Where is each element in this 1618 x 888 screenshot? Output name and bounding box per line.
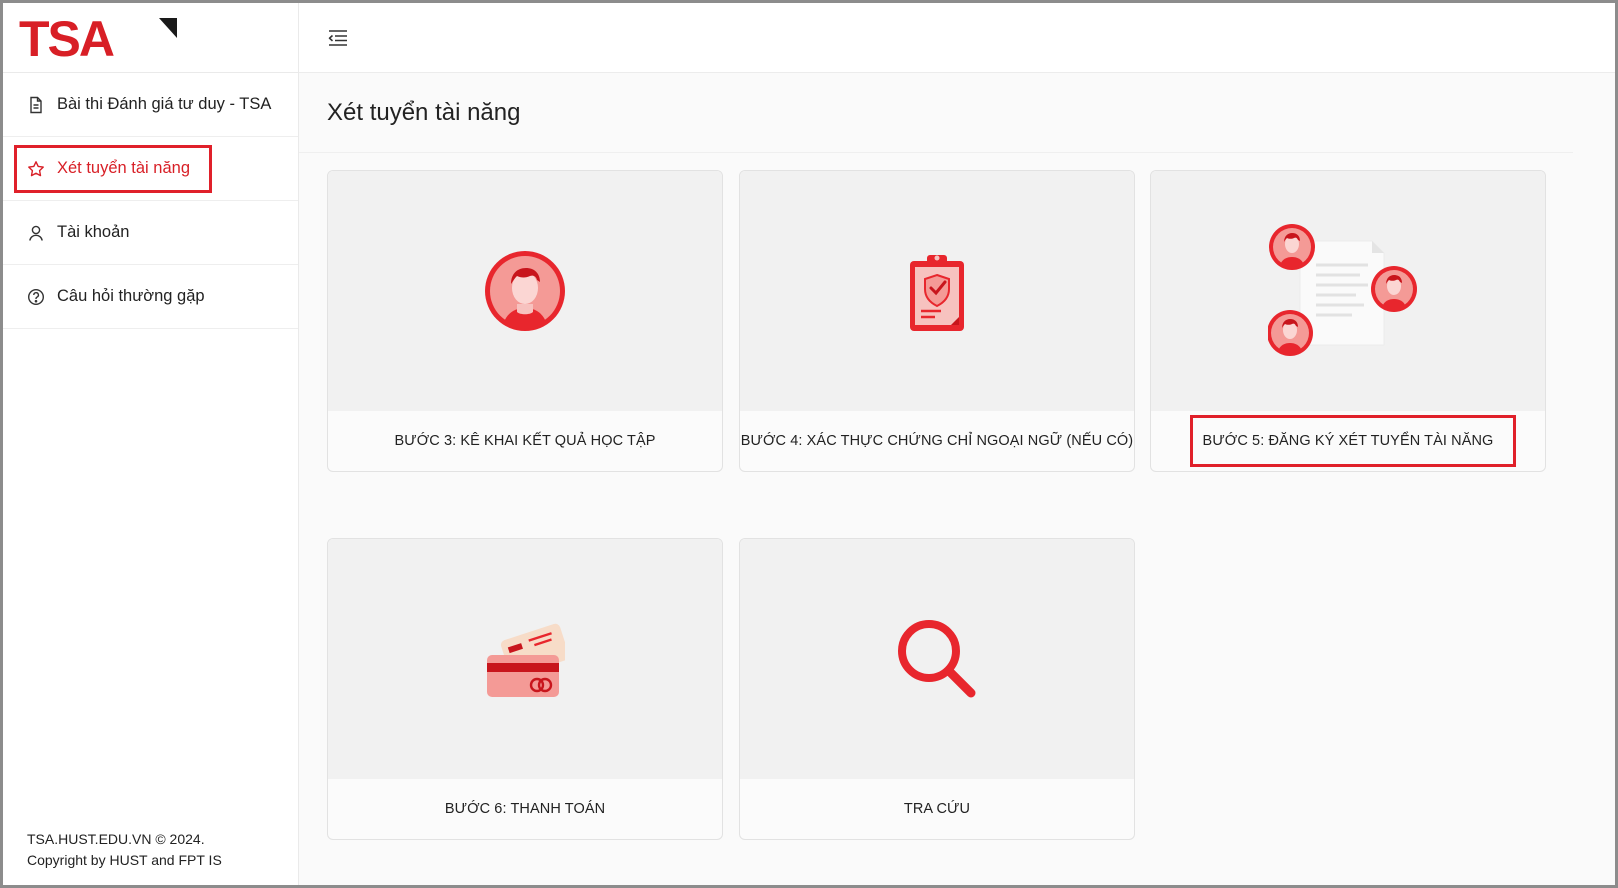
sidebar-footer: TSA.HUST.EDU.VN © 2024. Copyright by HUS… — [27, 829, 222, 871]
card-step5-talent-registration[interactable]: BƯỚC 5: ĐĂNG KÝ XÉT TUYỂN TÀI NĂNG — [1150, 170, 1546, 472]
card-label: TRA CỨU — [903, 801, 971, 817]
card-art — [328, 171, 722, 411]
card-lookup[interactable]: TRA CỨU — [739, 538, 1135, 840]
avatar-top-left — [1269, 224, 1315, 270]
card-art — [1151, 171, 1545, 411]
sidebar-item-faq[interactable]: Câu hỏi thường gặp — [3, 265, 298, 329]
sidebar-item-label: Câu hỏi thường gặp — [57, 287, 205, 305]
logo-area: TSA — [3, 3, 298, 73]
sidebar-item-label: Bài thi Đánh giá tư duy - TSA — [57, 95, 272, 113]
user-icon — [27, 224, 45, 242]
team-document-icon — [1268, 224, 1417, 356]
tsa-logo[interactable]: TSA — [19, 16, 179, 60]
avatar-right — [1371, 266, 1417, 312]
sidebar-item-label: Tài khoản — [57, 223, 130, 241]
sidebar-item-account[interactable]: Tài khoản — [3, 201, 298, 265]
card-label: BƯỚC 4: XÁC THỰC CHỨNG CHỈ NGOẠI NGỮ (NẾ… — [740, 433, 1134, 449]
app-window: TSA Bài thi Đánh giá tư duy - TSA Xét tu… — [0, 0, 1618, 888]
help-circle-icon — [27, 288, 45, 306]
card-step3-academic-results[interactable]: BƯỚC 3: KÊ KHAI KẾT QUẢ HỌC TẬP — [327, 170, 723, 472]
card-art — [740, 171, 1134, 411]
svg-text:TSA: TSA — [19, 16, 114, 60]
menu-collapse-icon[interactable] — [327, 29, 349, 47]
credit-card-icon — [487, 623, 565, 697]
top-bar — [299, 3, 1615, 73]
footer-site: TSA.HUST.EDU.VN © 2024. — [27, 831, 205, 847]
card-label: BƯỚC 3: KÊ KHAI KẾT QUẢ HỌC TẬP — [394, 433, 656, 449]
star-icon — [27, 160, 45, 178]
page-title: Xét tuyển tài năng — [299, 73, 1573, 153]
card-step6-payment[interactable]: BƯỚC 6: THANH TOÁN — [327, 538, 723, 840]
sidebar-item-tsa-exam[interactable]: Bài thi Đánh giá tư duy - TSA — [3, 73, 298, 137]
document-icon — [27, 96, 45, 114]
card-step4-language-certificate[interactable]: BƯỚC 4: XÁC THỰC CHỨNG CHỈ NGOẠI NGỮ (NẾ… — [739, 170, 1135, 472]
card-label: BƯỚC 5: ĐĂNG KÝ XÉT TUYỂN TÀI NĂNG — [1202, 433, 1494, 449]
sidebar-item-label: Xét tuyển tài năng — [57, 159, 191, 177]
search-icon — [898, 620, 976, 698]
avatar-bottom-left — [1268, 310, 1313, 356]
card-label: BƯỚC 6: THANH TOÁN — [444, 801, 606, 817]
main-content: Xét tuyển tài năng BƯỚC 3: KÊ KHAI KẾT Q… — [299, 3, 1615, 885]
card-art — [740, 539, 1134, 779]
clipboard-check-icon — [910, 255, 964, 331]
card-art — [328, 539, 722, 779]
sidebar-item-talent-admission[interactable]: Xét tuyển tài năng — [3, 137, 298, 201]
student-avatar-icon — [485, 251, 565, 331]
footer-copyright: Copyright by HUST and FPT IS — [27, 852, 222, 868]
sidebar: TSA Bài thi Đánh giá tư duy - TSA Xét tu… — [3, 3, 299, 885]
